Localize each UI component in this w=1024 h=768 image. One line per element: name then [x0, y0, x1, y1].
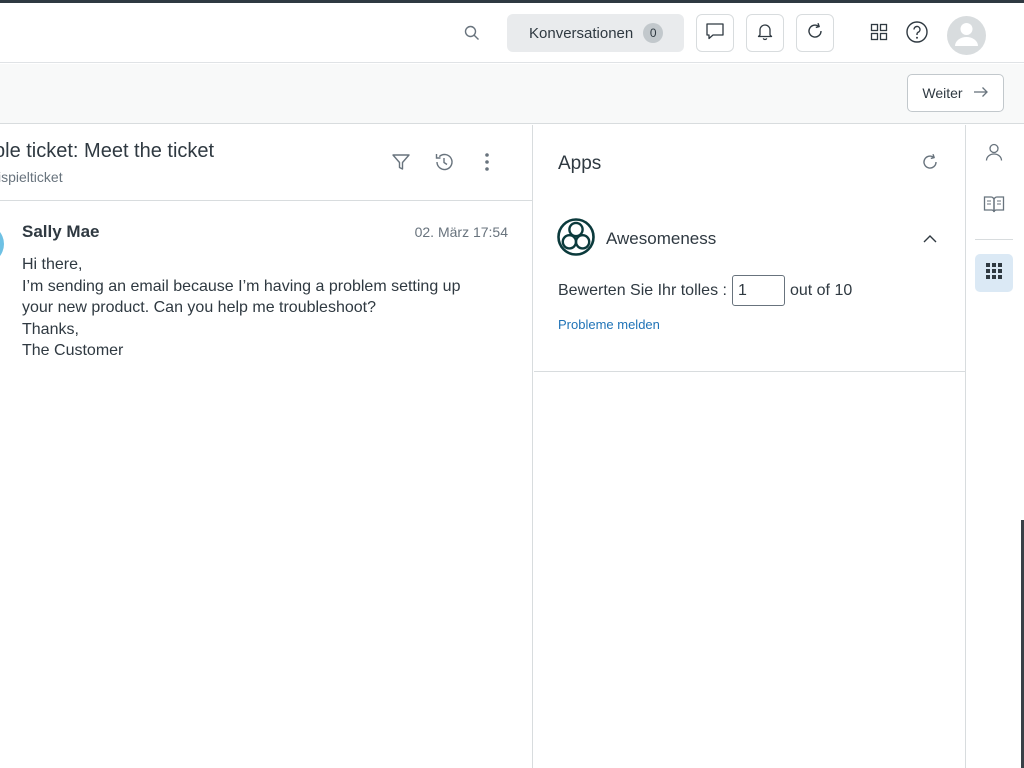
- knowledge-button[interactable]: [975, 187, 1013, 225]
- conversations-label: Konversationen: [529, 24, 634, 42]
- ticket-title: ple ticket: Meet the ticket: [0, 140, 215, 162]
- apps-panel: Apps Awesomeness Bewerten Sie Ihr tolles…: [534, 125, 965, 768]
- help-icon: [905, 20, 929, 49]
- reload-button[interactable]: [796, 14, 834, 52]
- ticket-conversation-pane: ple ticket: Meet the ticket ispielticket…: [0, 125, 533, 768]
- next-label: Weiter: [922, 85, 963, 101]
- chat-icon: [705, 21, 725, 46]
- apps-button[interactable]: [975, 254, 1013, 292]
- message-timestamp: 02. März 17:54: [414, 224, 508, 240]
- awesomeness-logo-icon: [557, 218, 595, 256]
- filter-icon[interactable]: [388, 149, 414, 175]
- conversations-button[interactable]: Konversationen 0: [507, 14, 684, 52]
- search-icon[interactable]: [460, 21, 484, 45]
- message-author: Sally Mae: [22, 222, 100, 241]
- bell-icon: [755, 21, 775, 46]
- rating-suffix: out of 10: [789, 281, 853, 299]
- next-button[interactable]: Weiter: [907, 74, 1004, 112]
- message-line: The Customer: [22, 342, 124, 359]
- arrow-right-icon: [973, 85, 989, 101]
- more-options-icon[interactable]: [474, 149, 500, 175]
- message-body: Hi there, I’m sending an email because I…: [22, 254, 522, 362]
- avatar-icon: [947, 16, 986, 55]
- message-avatar: [0, 224, 4, 264]
- chat-button[interactable]: [696, 14, 734, 52]
- app-card-awesomeness: Awesomeness Bewerten Sie Ihr tolles : ou…: [534, 197, 965, 372]
- message-line: Hi there,: [22, 256, 83, 273]
- top-bar: Konversationen 0: [0, 3, 1024, 63]
- customer-context-button[interactable]: [975, 135, 1013, 173]
- rail-divider: [975, 239, 1013, 240]
- message-line: Thanks,: [22, 320, 79, 338]
- rating-row: Bewerten Sie Ihr tolles : out of 10: [558, 275, 852, 306]
- product-tray-button[interactable]: [866, 21, 892, 47]
- apps-title: Apps: [558, 153, 602, 174]
- rating-input[interactable]: [731, 275, 785, 306]
- context-panel-rail: [965, 125, 1024, 768]
- ticket-header: ple ticket: Meet the ticket ispielticket: [0, 125, 533, 201]
- app-name: Awesomeness: [606, 229, 717, 248]
- rating-prefix: Bewerten Sie Ihr tolles :: [558, 281, 727, 299]
- message-line: your new product. Can you help me troubl…: [22, 299, 376, 316]
- apps-grid-icon: [869, 22, 889, 47]
- history-icon[interactable]: [431, 149, 457, 175]
- apps-refresh-icon[interactable]: [918, 150, 942, 174]
- ticket-toolbar: Weiter: [0, 64, 1024, 124]
- ticket-subtitle: ispielticket: [0, 169, 63, 185]
- notifications-button[interactable]: [746, 14, 784, 52]
- refresh-icon: [805, 21, 825, 46]
- user-avatar[interactable]: [947, 16, 986, 55]
- conversations-count-badge: 0: [643, 23, 664, 43]
- help-button[interactable]: [904, 20, 930, 49]
- book-icon: [983, 194, 1005, 219]
- chevron-up-icon[interactable]: [918, 227, 942, 251]
- user-icon: [984, 142, 1004, 167]
- apps-grid-icon: [985, 262, 1003, 285]
- message-line: I’m sending an email because I’m having …: [22, 277, 461, 295]
- report-problem-link[interactable]: Probleme melden: [558, 317, 660, 332]
